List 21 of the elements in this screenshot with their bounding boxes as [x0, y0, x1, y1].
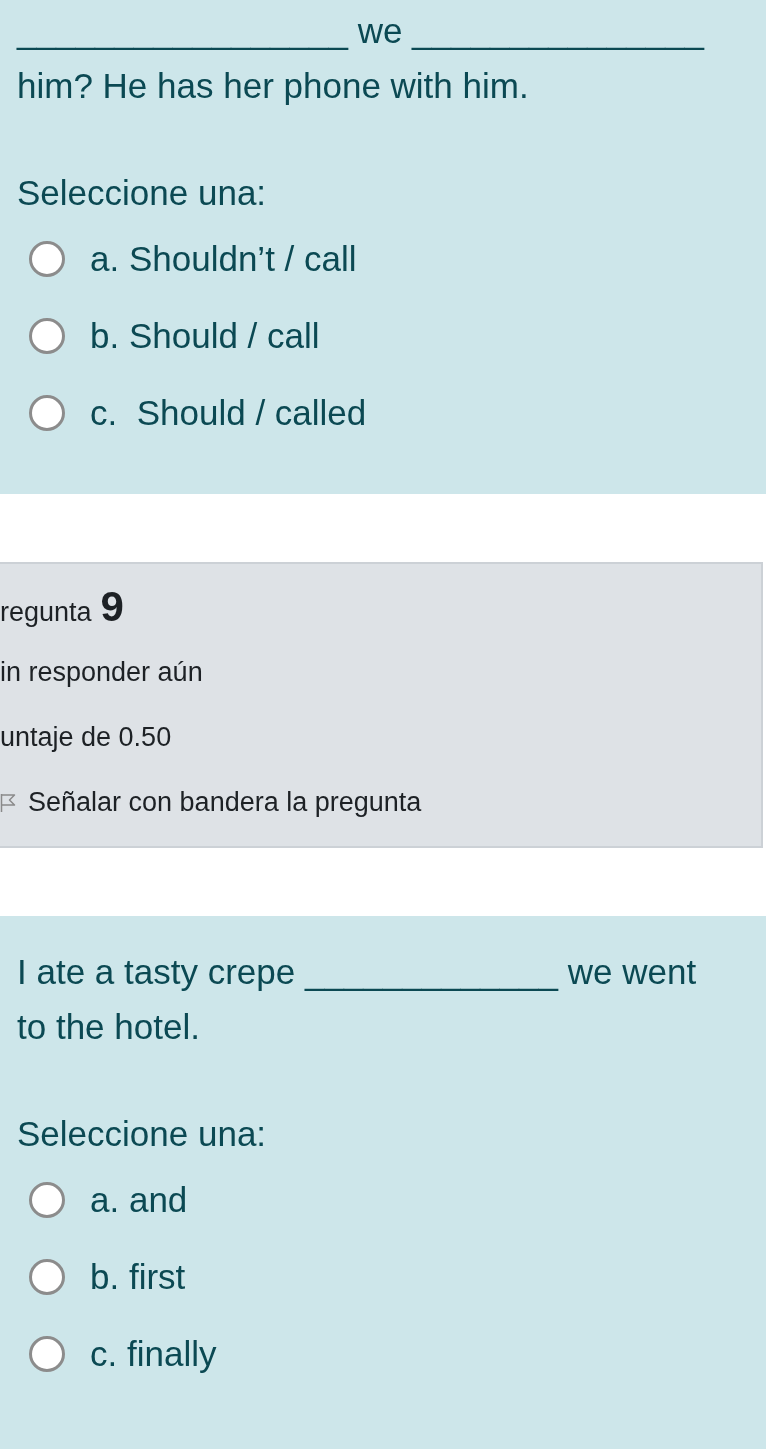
question-points: untaje de 0.50 — [0, 721, 172, 755]
answer-option[interactable]: c. Should / called — [29, 390, 367, 435]
answer-option[interactable]: b. first — [29, 1254, 186, 1299]
question-text: _________________ we _______________ him? He has her phone with him. — [17, 10, 706, 107]
question-status: in responder aún — [0, 656, 203, 690]
radio-button[interactable] — [29, 317, 65, 354]
answer-option[interactable]: a. Shouldn’t / call — [29, 236, 357, 281]
answer-option[interactable]: b. Should / call — [29, 313, 320, 358]
radio-button[interactable] — [29, 240, 65, 277]
question-title: regunta — [0, 595, 92, 629]
radio-button[interactable] — [29, 1181, 65, 1218]
question-number: 9 — [100, 582, 124, 631]
flag-question-button[interactable]: Señalar con bandera la pregunta — [0, 782, 422, 823]
radio-button[interactable] — [29, 1335, 65, 1372]
question-text: I ate a tasty crepe _____________ we went to the hotel. — [17, 951, 698, 1048]
answer-option[interactable]: c. finally — [29, 1331, 217, 1376]
answer-option[interactable]: a. and — [29, 1177, 188, 1222]
radio-button[interactable] — [29, 394, 65, 431]
select-prompt: Seleccione una: — [17, 1113, 267, 1155]
select-prompt: Seleccione una: — [17, 172, 267, 214]
radio-button[interactable] — [29, 1258, 65, 1295]
